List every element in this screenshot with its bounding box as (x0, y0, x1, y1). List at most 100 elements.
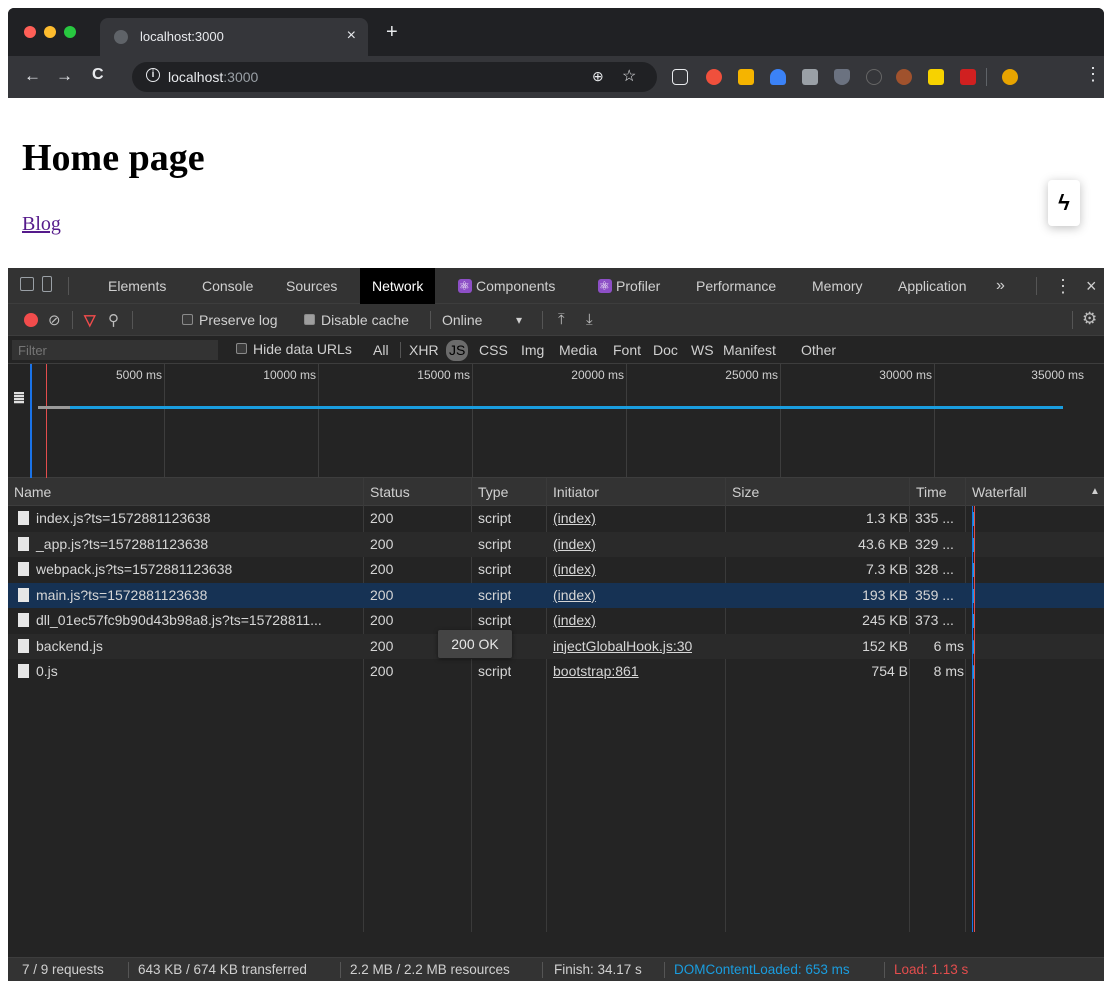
close-tab-icon[interactable]: × (347, 27, 356, 45)
type-filter-all[interactable]: All (370, 340, 392, 361)
chevron-down-icon[interactable]: ▾ (516, 313, 522, 327)
table-row[interactable]: _app.js?ts=1572881123638 200 script (ind… (8, 531, 1104, 558)
import-har-icon[interactable]: ⤒ (558, 311, 565, 328)
type-filter-img[interactable]: Img (518, 340, 547, 361)
column-type[interactable]: Type (472, 478, 508, 506)
more-tabs-icon[interactable]: » (996, 268, 1005, 304)
back-button[interactable]: ← (24, 66, 41, 86)
column-status[interactable]: Status (364, 478, 410, 506)
sort-ascending-icon[interactable]: ▲ (1084, 478, 1100, 506)
search-icon[interactable]: ⚲ (108, 311, 119, 329)
load-line (974, 506, 975, 932)
separator (884, 962, 885, 978)
hide-data-urls-checkbox[interactable]: Hide data URLs (236, 341, 352, 357)
checkbox[interactable] (236, 343, 247, 354)
tab-network[interactable]: Network (360, 268, 436, 304)
request-status: 200 (370, 510, 394, 526)
request-initiator-link[interactable]: (index) (553, 532, 596, 558)
address-bar[interactable]: i localhost:3000 ⊕ ☆ (132, 62, 657, 92)
checkbox[interactable] (182, 314, 193, 325)
table-row[interactable]: 0.js 200 script bootstrap:861 754 B 8 ms (8, 659, 1104, 685)
export-har-icon[interactable]: ⤓ (586, 311, 593, 328)
info-extension-icon[interactable] (866, 69, 882, 85)
type-filter-ws[interactable]: WS (688, 340, 717, 361)
window-close-button[interactable] (24, 26, 36, 38)
clear-icon[interactable]: ⊘ (48, 311, 61, 329)
ublock-extension-icon[interactable] (834, 69, 850, 85)
table-row[interactable]: index.js?ts=1572881123638 200 script (in… (8, 506, 1104, 532)
css-extension-icon[interactable] (928, 69, 944, 85)
type-filter-manifest[interactable]: Manifest (720, 340, 779, 361)
request-initiator-link[interactable]: bootstrap:861 (553, 659, 639, 685)
devtools-menu-icon[interactable]: ⋮ (1054, 268, 1072, 304)
forward-button[interactable]: → (56, 66, 73, 86)
lightning-bolt-icon[interactable]: ϟ (1048, 180, 1080, 226)
gear-icon[interactable]: ⚙ (1082, 309, 1097, 329)
transferred-size: 643 KB / 674 KB transferred (138, 962, 307, 977)
tab-components[interactable]: Components (446, 268, 567, 304)
profile-avatar[interactable] (1002, 69, 1018, 85)
tab-performance[interactable]: Performance (684, 268, 788, 304)
tab-application[interactable]: Application (886, 268, 979, 304)
request-size: 193 KB (862, 586, 908, 603)
disable-cache-checkbox[interactable]: Disable cache (304, 312, 409, 328)
table-row[interactable]: dll_01ec57fc9b90d43b98a8.js?ts=15728811.… (8, 608, 1104, 634)
type-filter-other[interactable]: Other (798, 340, 839, 361)
window-zoom-button[interactable] (64, 26, 76, 38)
tab-memory[interactable]: Memory (800, 268, 875, 304)
filter-input[interactable] (12, 340, 218, 360)
tab-profiler[interactable]: Profiler (586, 268, 672, 304)
record-button[interactable] (24, 313, 38, 327)
request-initiator-link[interactable]: (index) (553, 583, 596, 609)
request-initiator-link[interactable]: injectGlobalHook.js:30 (553, 634, 692, 660)
tab-sources[interactable]: Sources (274, 268, 349, 304)
network-overview-timeline[interactable]: 5000 ms 10000 ms 15000 ms 20000 ms 25000… (8, 364, 1104, 478)
browser-tab[interactable]: localhost:3000 × (100, 18, 368, 56)
preserve-log-checkbox[interactable]: Preserve log (182, 312, 278, 328)
reload-button[interactable]: C (92, 66, 104, 84)
device-toolbar-icon[interactable] (42, 276, 52, 292)
grid-line (164, 364, 165, 478)
column-waterfall[interactable]: Waterfall (966, 478, 1027, 506)
grid-line (780, 364, 781, 478)
info-icon[interactable]: i (146, 68, 160, 82)
zoom-icon[interactable]: ⊕ (592, 68, 604, 85)
table-row[interactable]: webpack.js?ts=1572881123638 200 script (… (8, 557, 1104, 583)
table-row-selected[interactable]: main.js?ts=1572881123638 200 script (ind… (8, 582, 1104, 609)
request-initiator-link[interactable]: (index) (553, 506, 596, 532)
column-time[interactable]: Time (910, 478, 947, 506)
close-devtools-icon[interactable]: × (1086, 268, 1097, 304)
new-tab-button[interactable]: + (386, 21, 398, 44)
separator (1072, 311, 1073, 329)
filter-icon[interactable]: ▽ (84, 311, 96, 329)
request-initiator-link[interactable]: (index) (553, 557, 596, 583)
column-name[interactable]: Name (8, 478, 51, 506)
column-initiator[interactable]: Initiator (547, 478, 599, 506)
table-row[interactable]: backend.js 200 script injectGlobalHook.j… (8, 633, 1104, 660)
extension-icon[interactable] (960, 69, 976, 85)
type-filter-js[interactable]: JS (446, 340, 469, 361)
inspect-element-icon[interactable] (20, 277, 34, 291)
request-initiator-link[interactable]: (index) (553, 608, 596, 634)
extension-icon[interactable] (802, 69, 818, 85)
column-size[interactable]: Size (726, 478, 759, 506)
window-minimize-button[interactable] (44, 26, 56, 38)
tab-console[interactable]: Console (190, 268, 265, 304)
checkbox[interactable] (304, 314, 315, 325)
ghost-extension-icon[interactable] (770, 69, 786, 85)
type-filter-font[interactable]: Font (610, 340, 644, 361)
throttling-select[interactable]: Online (442, 312, 482, 328)
type-filter-xhr[interactable]: XHR (406, 340, 442, 361)
blog-link[interactable]: Blog (22, 213, 61, 236)
type-filter-css[interactable]: CSS (476, 340, 511, 361)
brave-extension-icon[interactable] (706, 69, 722, 85)
extension-icon[interactable] (738, 69, 754, 85)
network-filter-bar: Hide data URLs All XHR JS CSS Img Media … (8, 336, 1104, 364)
type-filter-media[interactable]: Media (556, 340, 600, 361)
type-filter-doc[interactable]: Doc (650, 340, 681, 361)
cookie-extension-icon[interactable] (896, 69, 912, 85)
tab-elements[interactable]: Elements (96, 268, 178, 304)
bookmark-star-icon[interactable]: ☆ (622, 66, 636, 86)
browser-menu-icon[interactable]: ⋮ (1084, 64, 1102, 85)
pocket-extension-icon[interactable] (672, 69, 688, 85)
